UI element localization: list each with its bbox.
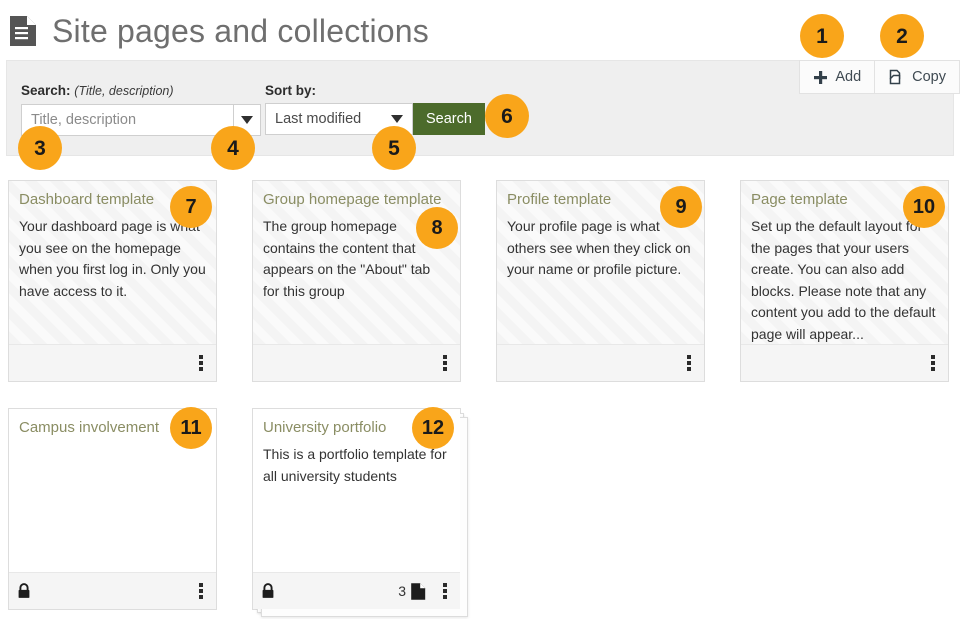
copy-button-label: Copy <box>912 68 946 85</box>
card-footer-left <box>261 583 275 599</box>
callout-badge-1: 1 <box>800 14 844 58</box>
card-footer-right <box>194 582 208 600</box>
kebab-menu-icon[interactable] <box>682 354 696 372</box>
card-footer <box>741 344 948 381</box>
card-title: Group homepage template <box>263 191 442 208</box>
card-footer-right <box>926 354 940 372</box>
card-footer: 3 <box>253 572 460 609</box>
search-label-hint: (Title, description) <box>74 84 174 98</box>
card-footer <box>253 344 460 381</box>
card-row: Campus involvement University portfolio … <box>8 408 952 617</box>
search-button[interactable]: Search <box>413 103 485 135</box>
lock-icon <box>261 583 275 599</box>
callout-badge-11: 11 <box>170 407 212 449</box>
page-count: 3 <box>398 583 406 599</box>
copy-button[interactable]: Copy <box>875 60 960 94</box>
callout-badge-3: 3 <box>18 126 62 170</box>
sort-row: Last modified Search <box>265 103 485 135</box>
lock-icon <box>17 583 31 599</box>
callout-badge-9: 9 <box>660 186 702 228</box>
pages-icon <box>410 582 427 601</box>
page-root: Site pages and collections Search: (Titl… <box>0 0 960 619</box>
callout-badge-4: 4 <box>211 126 255 170</box>
callout-badge-6: 6 <box>485 94 529 138</box>
card-description: This is a portfolio template for all uni… <box>263 446 447 484</box>
add-button[interactable]: Add <box>799 60 876 94</box>
action-bar: Add Copy <box>799 60 960 94</box>
kebab-menu-icon[interactable] <box>438 354 452 372</box>
document-icon <box>8 14 38 48</box>
callout-badge-10: 10 <box>903 186 945 228</box>
card-footer-right: 3 <box>398 582 452 601</box>
callout-badge-7: 7 <box>170 186 212 228</box>
kebab-menu-icon[interactable] <box>926 354 940 372</box>
card-footer-right <box>682 354 696 372</box>
chevron-down-icon <box>241 116 253 124</box>
search-label: Search: (Title, description) <box>21 83 261 99</box>
sort-field-group: Sort by: Last modified Search <box>265 83 485 135</box>
copy-icon <box>888 69 905 86</box>
kebab-menu-icon[interactable] <box>438 582 452 600</box>
card-row: Dashboard template Your dashboard page i… <box>8 180 952 382</box>
sort-label: Sort by: <box>265 83 317 98</box>
plus-icon <box>813 70 828 85</box>
search-label-text: Search: <box>21 83 71 98</box>
card-footer-right <box>438 354 452 372</box>
card-footer <box>497 344 704 381</box>
callout-badge-2: 2 <box>880 14 924 58</box>
card-footer <box>9 572 216 609</box>
chevron-down-icon <box>391 115 403 123</box>
callout-badge-12: 12 <box>412 407 454 449</box>
card-footer-right <box>194 354 208 372</box>
card-description: Set up the default layout for the pages … <box>751 218 936 342</box>
callout-badge-8: 8 <box>416 207 458 249</box>
sort-select-value: Last modified <box>275 111 362 127</box>
card-footer <box>9 344 216 381</box>
card-footer-left <box>17 583 31 599</box>
page-title: Site pages and collections <box>52 13 429 49</box>
add-button-label: Add <box>835 68 862 85</box>
callout-badge-5: 5 <box>372 126 416 170</box>
card-description: Your profile page is what others see whe… <box>507 218 691 277</box>
kebab-menu-icon[interactable] <box>194 354 208 372</box>
card-body: Group homepage template The group homepa… <box>253 181 460 344</box>
kebab-menu-icon[interactable] <box>194 582 208 600</box>
card-description: Your dashboard page is what you see on t… <box>19 218 206 299</box>
cards-grid: Dashboard template Your dashboard page i… <box>8 180 952 617</box>
